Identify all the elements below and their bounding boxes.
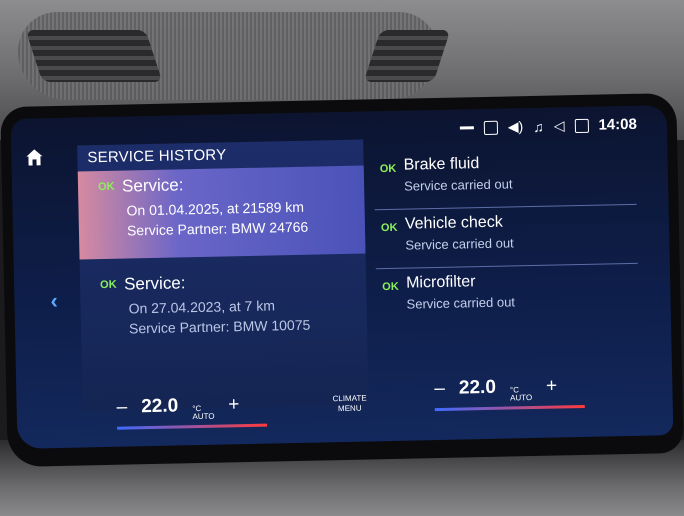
detail-item-brake-fluid[interactable]: OK Brake fluid Service carried out (373, 145, 637, 211)
detail-title: Vehicle check (404, 213, 503, 233)
ok-badge: OK (99, 278, 117, 292)
temp-value: 22.0 (141, 395, 179, 418)
temp-down-button[interactable]: – (434, 378, 445, 400)
detail-subtitle: Service carried out (406, 294, 516, 312)
entry-heading: Service: (121, 175, 184, 196)
ok-badge: OK (97, 180, 115, 194)
service-details-panel: OK Brake fluid Service carried out OK Ve… (373, 145, 640, 391)
detail-item-vehicle-check[interactable]: OK Vehicle check Service carried out (374, 204, 638, 270)
temp-up-button[interactable]: + (546, 376, 558, 398)
speaker-icon: ◁ (553, 117, 565, 134)
infotainment-screen: ‹ ◀) ♫ ◁ 14:08 SERVICE HISTORY OK Servic… (10, 105, 674, 449)
detail-item-microfilter[interactable]: OK Microfilter Service carried out (376, 264, 639, 327)
temp-gradient-bar (117, 423, 268, 430)
ok-badge: OK (382, 280, 399, 294)
ok-badge: OK (379, 162, 397, 176)
temp-mode: °C AUTO (192, 403, 215, 422)
route-icon (483, 120, 498, 135)
signal-icon (459, 126, 474, 130)
temp-gradient-bar (434, 404, 585, 412)
detail-title: Microfilter (405, 273, 476, 292)
service-history-panel: SERVICE HISTORY OK Service: On 01.04.202… (77, 139, 369, 411)
message-icon (574, 118, 589, 133)
status-bar: ◀) ♫ ◁ 14:08 (459, 115, 638, 137)
temp-up-button[interactable]: + (228, 394, 240, 416)
entry-partner: Service Partner: BMW 24766 (126, 218, 309, 239)
ok-badge: OK (380, 221, 398, 235)
entry-partner: Service Partner: BMW 10075 (128, 316, 311, 337)
climate-left: – 22.0 °C AUTO + (116, 394, 268, 430)
temp-down-button[interactable]: – (116, 397, 127, 419)
entry-date: On 27.04.2023, at 7 km (128, 297, 276, 317)
music-icon: ♫ (533, 118, 544, 135)
entry-date: On 01.04.2025, at 21589 km (126, 198, 305, 219)
entry-heading: Service: (123, 273, 186, 294)
temp-value: 22.0 (458, 376, 497, 399)
detail-subtitle: Service carried out (405, 235, 514, 253)
climate-menu-button[interactable]: CLIMATE MENU (332, 394, 366, 415)
volume-icon: ◀) (507, 118, 524, 135)
air-vent-left (25, 30, 163, 82)
detail-subtitle: Service carried out (403, 176, 513, 194)
chevron-left-icon[interactable]: ‹ (50, 288, 58, 314)
service-entry[interactable]: OK Service: On 27.04.2023, at 7 km Servi… (80, 264, 368, 360)
page-title: SERVICE HISTORY (87, 146, 227, 167)
climate-right: – 22.0 °C AUTO + (434, 375, 585, 412)
detail-title: Brake fluid (403, 155, 480, 174)
temp-mode: °C AUTO (509, 385, 533, 403)
service-entry-selected[interactable]: OK Service: On 01.04.2025, at 21589 km S… (77, 165, 366, 260)
home-icon[interactable] (25, 148, 43, 166)
clock: 14:08 (598, 115, 638, 134)
